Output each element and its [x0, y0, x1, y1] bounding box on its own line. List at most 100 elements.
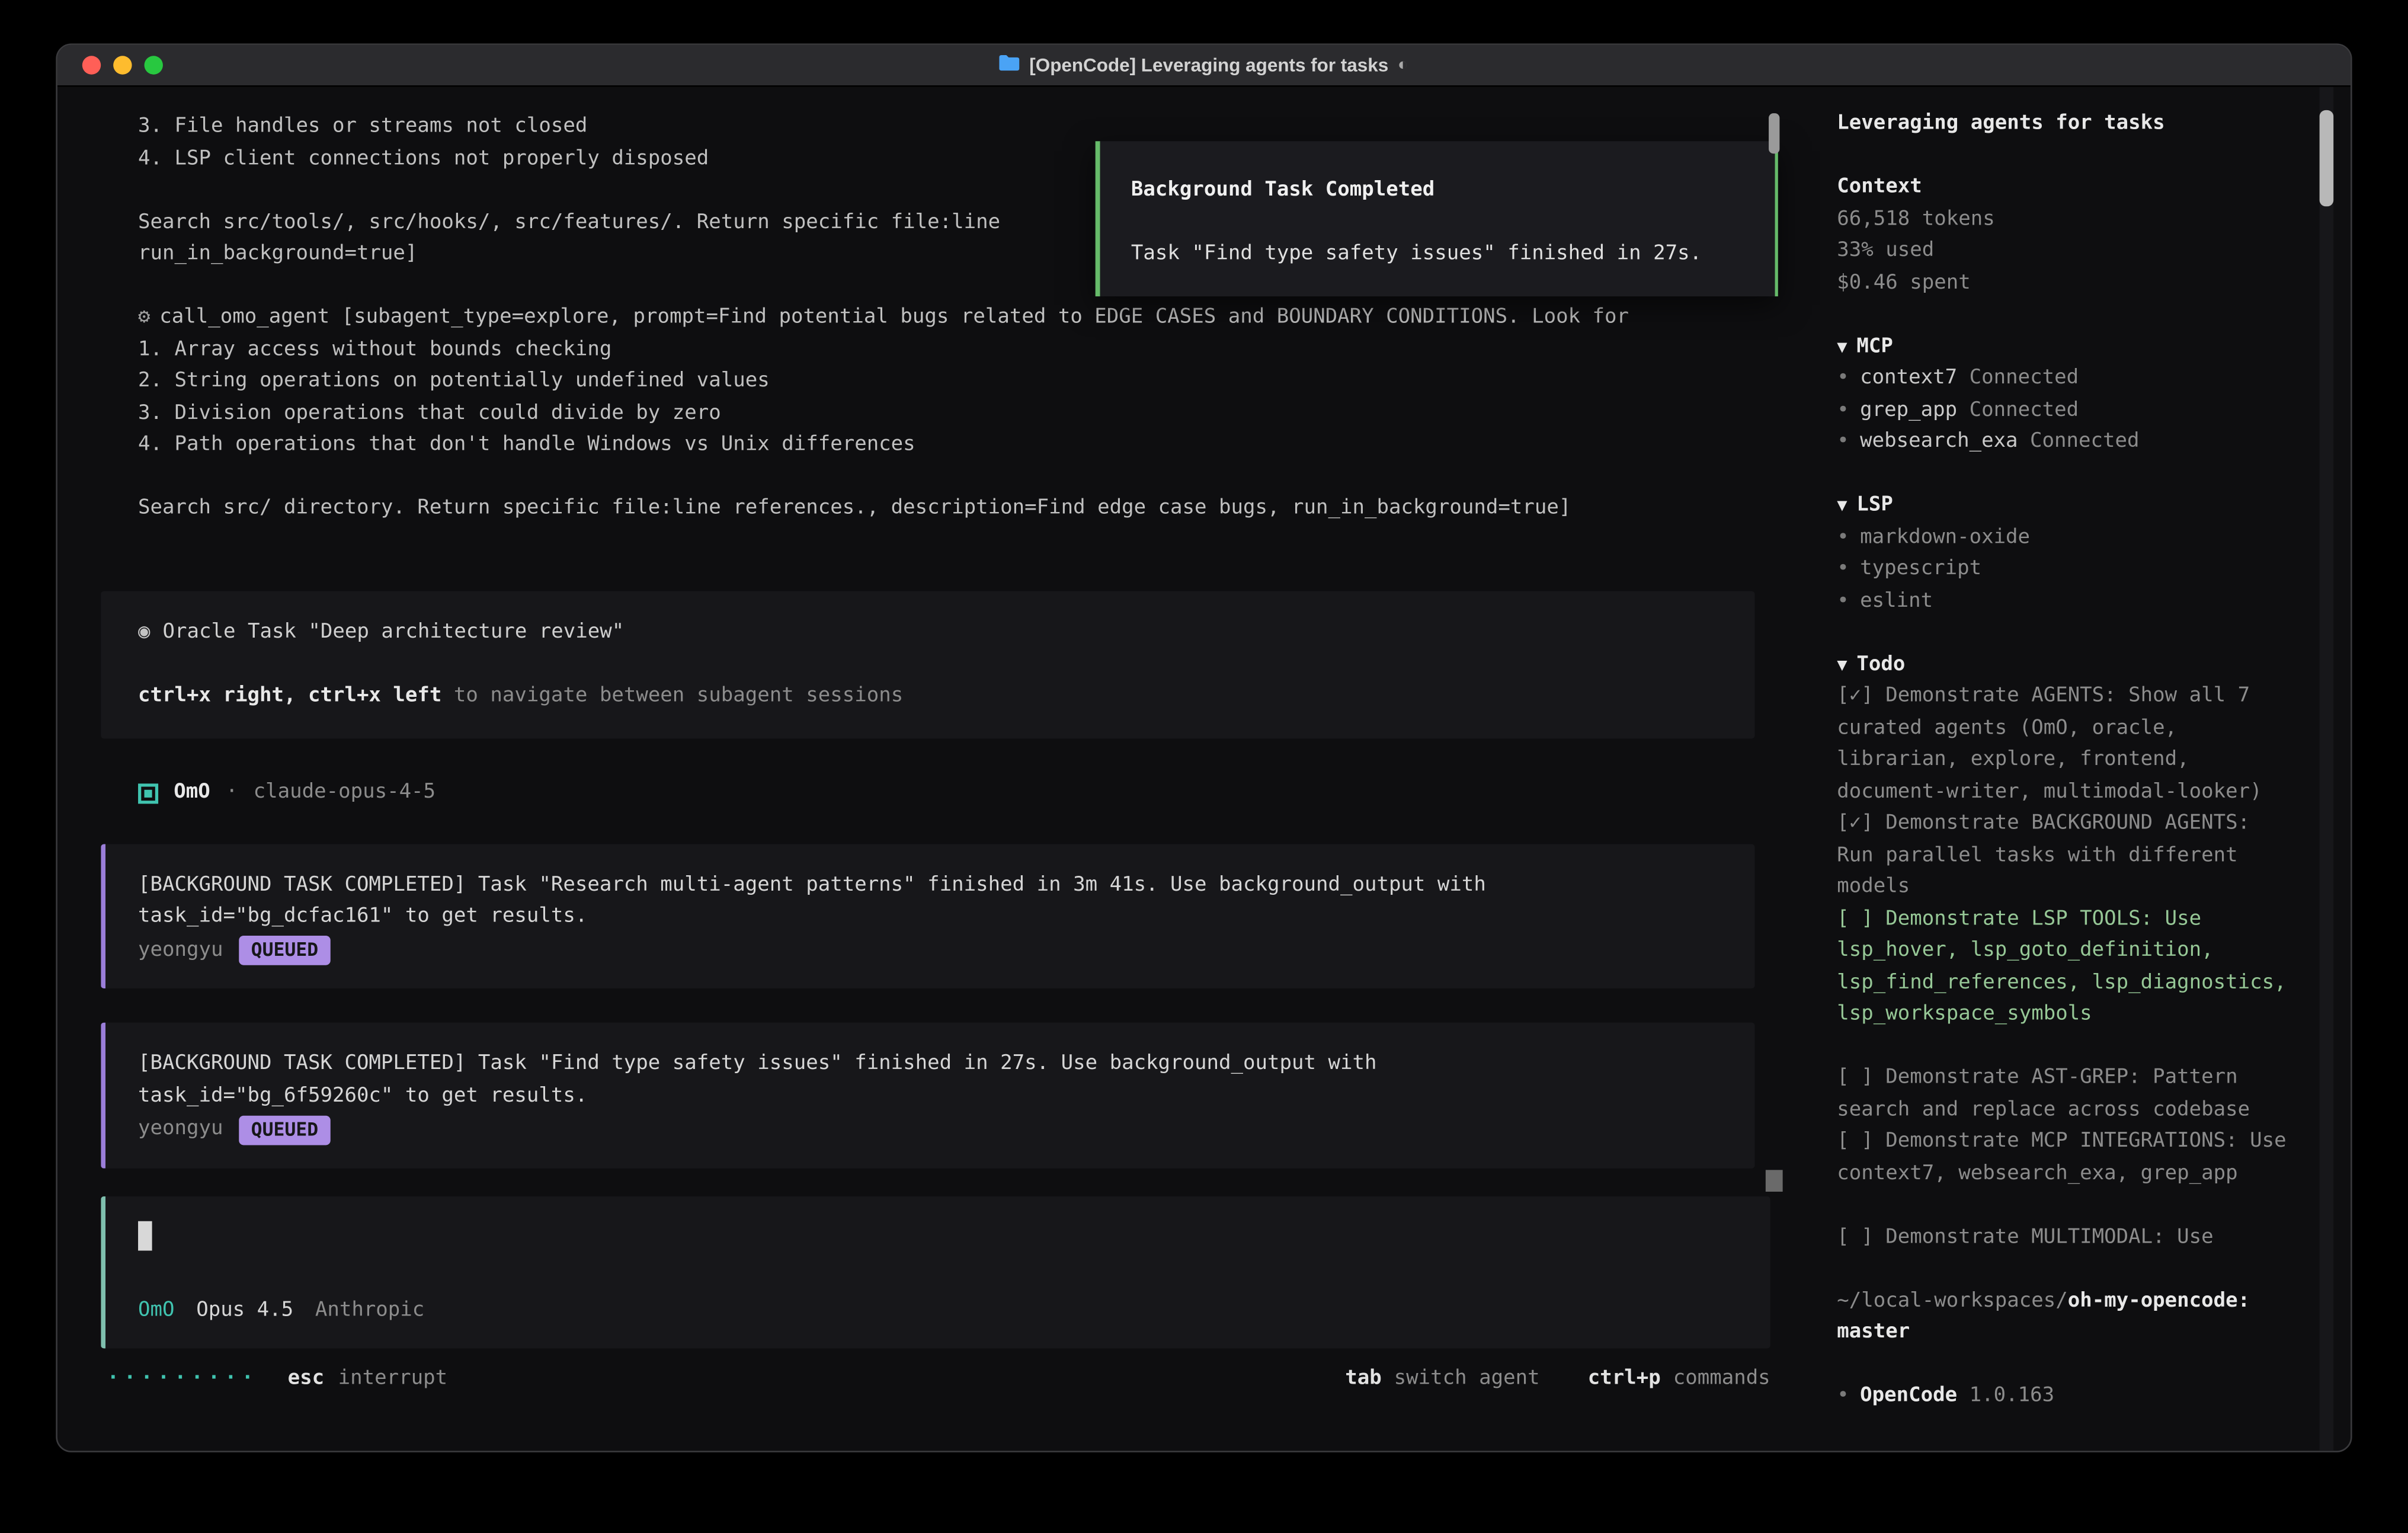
agent-name: OmO	[174, 777, 210, 809]
hint-text: to navigate between subagent sessions	[441, 683, 903, 706]
tool-call-text: call_omo_agent [subagent_type=explore, p…	[159, 306, 1629, 329]
context-spent: $0.46 spent	[1837, 268, 2290, 300]
tool-call-item: 1. Array access without bounds checking	[138, 334, 1770, 366]
message-meta: yeongyu QUEUED	[138, 935, 1718, 967]
lsp-name: typescript	[1860, 557, 1981, 580]
tab-key-label: switch agent	[1394, 1363, 1540, 1395]
chevron-down-icon: ▼	[1837, 649, 1847, 681]
sidebar-scrollbar-thumb[interactable]	[2320, 110, 2334, 206]
main-scrollbar-thumb[interactable]	[1769, 113, 1779, 153]
oracle-task-title-text: Oracle Task "Deep architecture review"	[162, 620, 624, 643]
bullet-icon: •	[1837, 398, 1849, 421]
mcp-name: grep_app	[1860, 398, 1957, 421]
bullet-icon: •	[1837, 525, 1849, 548]
lsp-item: • typescript	[1837, 554, 2290, 586]
spacer	[1837, 1349, 2290, 1381]
mcp-item: •context7 Connected	[1837, 363, 2290, 395]
message-block: [BACKGROUND TASK COMPLETED] Task "Resear…	[101, 843, 1754, 988]
message-author: yeongyu	[138, 935, 223, 967]
context-heading: Context	[1837, 172, 2290, 204]
todo-section-header[interactable]: ▼Todo	[1837, 649, 2290, 681]
ctrl-p-key-label: commands	[1673, 1363, 1770, 1395]
lsp-name: markdown-oxide	[1860, 525, 2030, 548]
bullet-icon: •	[1837, 557, 1849, 580]
session-title: Leveraging agents for tasks	[1837, 108, 2290, 140]
desktop: [OpenCode] Leveraging agents for tasks ◐…	[0, 0, 2408, 1533]
commands-hint: ctrl+p commands	[1588, 1363, 1770, 1395]
sidebar: Leveraging agents for tasks Context 66,5…	[1814, 87, 2351, 1451]
sidebar-scrollbar-track[interactable]	[2320, 87, 2334, 1451]
agent-header: OmO · claude-opus-4-5	[138, 777, 1770, 809]
todo-item: [ ] Demonstrate MCP INTEGRATIONS: Use co…	[1837, 1126, 2290, 1190]
status-badge: QUEUED	[239, 936, 331, 966]
status-bar: ········· esc interrupt tab switch agent…	[107, 1363, 1770, 1395]
app-version: 1.0.163	[1970, 1384, 2054, 1407]
prompt-input[interactable]: OmO Opus 4.5 Anthropic	[101, 1196, 1770, 1348]
record-icon: ◉	[138, 620, 150, 643]
tool-call-line: Search src/ directory. Return specific f…	[138, 494, 1770, 526]
message-block: [BACKGROUND TASK COMPLETED] Task "Find t…	[101, 1023, 1754, 1168]
esc-key-label: interrupt	[338, 1363, 447, 1395]
minimize-button[interactable]	[113, 56, 132, 74]
workspace-branch: master	[1837, 1317, 2290, 1349]
input-agent-name: OmO	[138, 1295, 174, 1327]
chevron-down-icon: ▼	[1837, 490, 1847, 522]
tool-call-line: ⚙ call_omo_agent [subagent_type=explore, …	[138, 303, 1770, 335]
ctrl-p-key-hint: ctrl+p	[1588, 1363, 1661, 1395]
gear-icon: ⚙	[138, 306, 150, 329]
terminal-window: [OpenCode] Leveraging agents for tasks ◐…	[56, 43, 2352, 1452]
mcp-name: websearch_exa	[1860, 430, 2018, 453]
spacer	[1837, 1031, 2290, 1063]
toast-notification[interactable]: Background Task Completed Task "Find typ…	[1096, 141, 1778, 296]
mcp-status: Connected	[2030, 430, 2139, 453]
mcp-heading-label: MCP	[1856, 334, 1893, 357]
lsp-item: • markdown-oxide	[1837, 522, 2290, 554]
folder-icon	[1000, 55, 1020, 76]
toast-body: Task "Find type safety issues" finished …	[1131, 238, 1775, 270]
tab-key-hint: tab	[1345, 1363, 1381, 1395]
lsp-item: • eslint	[1837, 585, 2290, 617]
message-author: yeongyu	[138, 1114, 223, 1146]
workspace-path: ~/local-workspaces/oh-my-opencode:	[1837, 1285, 2290, 1317]
oracle-task-panel: ◉Oracle Task "Deep architecture review" …	[101, 590, 1754, 738]
titlebar[interactable]: [OpenCode] Leveraging agents for tasks ◐	[57, 45, 2351, 87]
bullet-icon: •	[1837, 430, 1849, 453]
main-scrollbar-thumb-bottom[interactable]	[1766, 1170, 1783, 1192]
todo-item-active: [ ] Demonstrate LSP TOOLS: Use lsp_hover…	[1837, 904, 2290, 1031]
spacer	[101, 462, 1770, 494]
subagent-nav-hint: ctrl+x right, ctrl+x left to navigate be…	[138, 680, 1718, 712]
tool-call-item: 4. Path operations that don't handle Win…	[138, 430, 1770, 462]
message-line: task_id="bg_dcfac161" to get results.	[138, 901, 1718, 933]
bullet-icon: •	[1837, 1384, 1849, 1407]
toast-title: Background Task Completed	[1131, 175, 1775, 207]
version-line: •OpenCode 1.0.163	[1837, 1381, 2290, 1413]
tool-call-item: 3. Division operations that could divide…	[138, 398, 1770, 430]
hint-keys: ctrl+x right, ctrl+x left	[138, 683, 441, 706]
message-meta: yeongyu QUEUED	[138, 1114, 1718, 1146]
message-line: [BACKGROUND TASK COMPLETED] Task "Resear…	[138, 870, 1718, 902]
input-footer: OmO Opus 4.5 Anthropic	[138, 1295, 1733, 1327]
mcp-section-header[interactable]: ▼MCP	[1837, 331, 2290, 363]
mcp-status: Connected	[1970, 398, 2079, 421]
spacer	[1837, 1254, 2290, 1286]
todo-item: [✓] Demonstrate BACKGROUND AGENTS: Run p…	[1837, 808, 2290, 904]
lsp-section-header[interactable]: ▼LSP	[1837, 490, 2290, 522]
workspace-repo: oh-my-opencode:	[2068, 1289, 2250, 1312]
half-moon-icon: ◐	[1398, 56, 1408, 74]
tab-hint: tab switch agent	[1345, 1363, 1539, 1395]
status-badge: QUEUED	[239, 1115, 331, 1145]
mcp-item: • websearch_exa Connected	[1837, 427, 2290, 459]
zoom-button[interactable]	[145, 56, 163, 74]
agent-model: claude-opus-4-5	[254, 777, 436, 809]
separator: ·	[226, 777, 238, 809]
mcp-status: Connected	[1970, 366, 2079, 389]
todo-item: [ ] Demonstrate AST-GREP: Pattern search…	[1837, 1063, 2290, 1126]
bullet-icon: •	[1837, 589, 1849, 612]
close-button[interactable]	[82, 56, 101, 74]
mcp-item: • grep_app Connected	[1837, 395, 2290, 427]
input-provider-name: Anthropic	[315, 1295, 424, 1327]
branch-name: master	[1837, 1320, 1910, 1343]
spinner-dots: ·········	[107, 1363, 258, 1395]
lsp-name: eslint	[1860, 589, 1933, 612]
esc-key-hint: esc	[288, 1363, 324, 1395]
